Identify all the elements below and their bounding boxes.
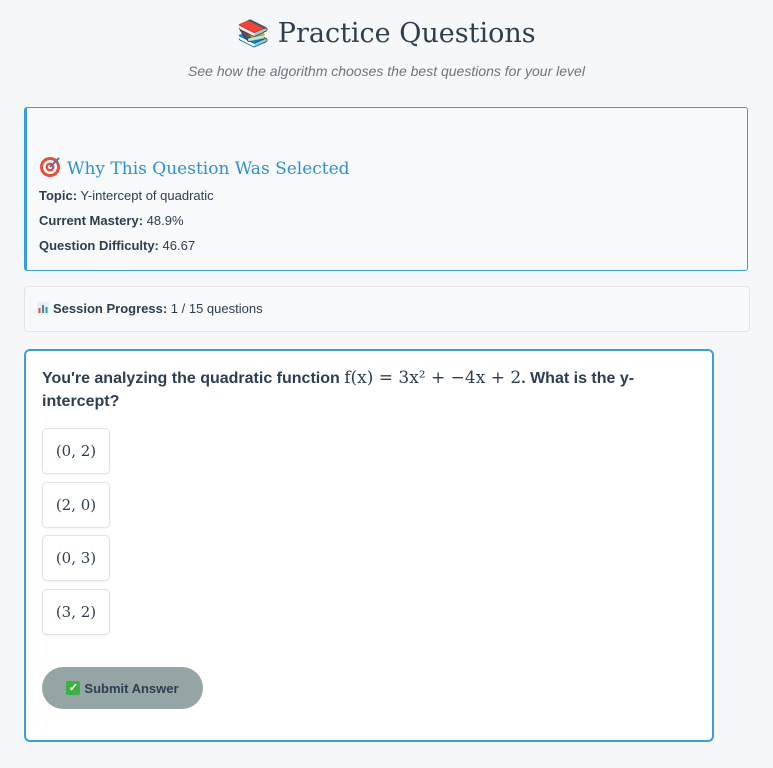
question-card: You're analyzing the quadratic function … [24, 349, 714, 742]
books-icon: 📚 [237, 19, 270, 49]
target-icon [40, 157, 60, 177]
question-math: f(x) = 3x² + −4x + 2 [344, 368, 522, 388]
submit-answer-button[interactable]: ✓ Submit Answer [42, 667, 203, 709]
question-text: You're analyzing the quadratic function … [42, 367, 682, 413]
mastery-row: Current Mastery: 48.9% [39, 213, 184, 228]
page-title: 📚 Practice Questions [0, 18, 773, 49]
selection-info-title-text: Why This Question Was Selected [67, 159, 350, 179]
topic-row: Topic: Y-intercept of quadratic [39, 188, 214, 203]
topic-value: Y-intercept of quadratic [80, 188, 214, 203]
difficulty-row: Question Difficulty: 46.67 [39, 238, 195, 253]
selection-info-title: Why This Question Was Selected [39, 156, 350, 179]
difficulty-label: Question Difficulty: [39, 238, 159, 253]
answer-option[interactable]: (2, 0) [42, 482, 110, 528]
submit-answer-label: Submit Answer [84, 680, 179, 696]
session-progress: Session Progress: 1 / 15 questions [37, 301, 263, 316]
page-subtitle: See how the algorithm chooses the best q… [188, 63, 585, 79]
answer-option[interactable]: (0, 3) [42, 535, 110, 581]
session-progress-value: 1 / 15 questions [170, 301, 263, 316]
selection-info-panel: Why This Question Was Selected Topic: Y-… [24, 107, 748, 271]
session-progress-panel: Session Progress: 1 / 15 questions [24, 286, 750, 332]
answer-option[interactable]: (0, 2) [42, 428, 110, 474]
page-title-text: Practice Questions [277, 18, 536, 49]
mastery-value: 48.9% [146, 213, 184, 228]
session-progress-label: Session Progress: [53, 301, 168, 316]
answer-option[interactable]: (3, 2) [42, 589, 110, 635]
check-icon: ✓ [66, 681, 81, 695]
mastery-label: Current Mastery: [39, 213, 144, 228]
topic-label: Topic: [39, 188, 78, 203]
question-prefix: You're analyzing the quadratic function [42, 370, 345, 387]
difficulty-value: 46.67 [162, 238, 196, 253]
bar-chart-icon [37, 302, 49, 314]
